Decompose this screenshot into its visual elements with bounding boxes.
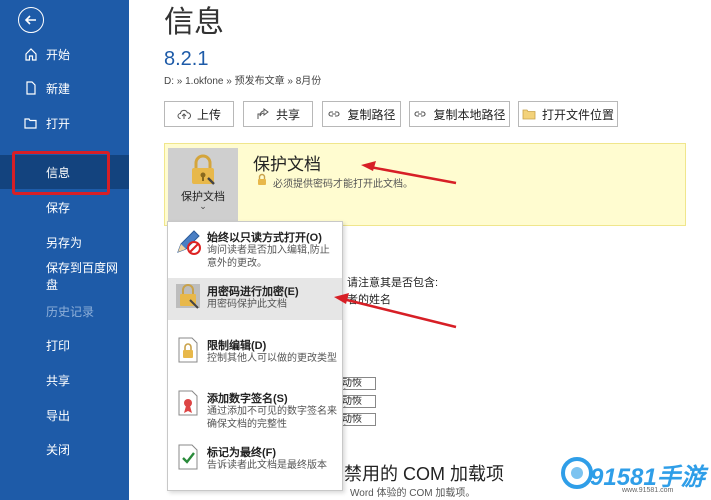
share-button[interactable]: 共享	[243, 101, 313, 127]
sidebar-item-export[interactable]: 导出	[0, 398, 129, 432]
author-name-note: 者的姓名	[347, 294, 391, 306]
sidebar-item-label: 保存到百度网盘	[46, 261, 119, 292]
upload-button[interactable]: 上传	[164, 101, 234, 127]
menu-item-restrict-editing[interactable]: 限制编辑(D) 控制其他人可以做的更改类型	[168, 332, 342, 382]
sidebar-item-share[interactable]: 共享	[0, 363, 129, 397]
back-button[interactable]	[18, 7, 44, 33]
sidebar-item-label: 导出	[46, 408, 71, 423]
breadcrumb[interactable]: D: » 1.okfone » 预发布文章 » 8月份	[164, 72, 321, 87]
menu-item-description: 用密码保护此文档	[207, 299, 287, 310]
menu-item-encrypt-with-password[interactable]: 用密码进行加密(E) 用密码保护此文档	[168, 278, 342, 320]
digital-signature-icon	[178, 390, 198, 416]
copy-local-path-button[interactable]: 复制本地路径	[409, 101, 510, 127]
protect-document-button[interactable]: 保护文档 ⌄	[168, 148, 238, 225]
home-icon	[25, 48, 37, 61]
sidebar-item-home[interactable]: 开始	[0, 37, 129, 71]
page-title: 信息	[164, 6, 224, 39]
sidebar-item-label: 历史记录	[46, 304, 95, 319]
menu-item-add-digital-signature[interactable]: 添加数字签名(S) 通过添加不可见的数字签名来确保文档的完整性	[168, 385, 342, 435]
sidebar-item-label: 共享	[46, 373, 71, 388]
menu-item-title: 始终以只读方式打开(O)	[207, 232, 322, 244]
share-icon	[257, 108, 269, 119]
upload-cloud-icon	[177, 109, 191, 119]
link-icon	[328, 111, 341, 117]
back-arrow-icon	[24, 15, 36, 25]
document-name: 8.2.1	[164, 48, 209, 70]
sidebar-item-save[interactable]: 保存	[0, 190, 129, 224]
menu-item-mark-as-final[interactable]: 标记为最终(F) 告诉读者此文档是最终版本	[168, 439, 342, 489]
menu-item-description: 告诉读者此文档是最终版本	[207, 460, 327, 471]
sidebar-item-label: 另存为	[46, 235, 83, 250]
sidebar-item-label: 开始	[46, 47, 71, 62]
small-lock-icon	[258, 173, 266, 185]
menu-item-description: 通过添加不可见的数字签名来确保文档的完整性	[207, 406, 337, 430]
sidebar-item-label: 打印	[46, 338, 71, 353]
lock-key-icon	[192, 154, 215, 185]
watermark-url: www.91581.com	[622, 487, 674, 494]
sidebar-item-new[interactable]: 新建	[0, 71, 129, 105]
sidebar-item-label: 保存	[46, 200, 71, 215]
sidebar-item-label: 新建	[46, 81, 71, 96]
open-file-location-button[interactable]: 打开文件位置	[518, 101, 618, 127]
protect-document-panel	[164, 143, 686, 226]
pencil-readonly-icon	[177, 230, 201, 255]
sidebar-item-save-as[interactable]: 另存为	[0, 225, 129, 259]
sidebar-item-label: 关闭	[46, 442, 71, 457]
menu-item-description: 控制其他人可以做的更改类型	[207, 353, 337, 364]
menu-item-title: 添加数字签名(S)	[207, 393, 288, 405]
sidebar-item-print[interactable]: 打印	[0, 328, 129, 362]
menu-item-title: 限制编辑(D)	[207, 340, 267, 352]
key-lock-icon	[176, 284, 200, 309]
menu-item-title: 标记为最终(F)	[207, 447, 277, 459]
folder-icon	[522, 109, 536, 120]
highlight-box	[12, 151, 110, 195]
new-file-icon	[26, 81, 36, 95]
menu-item-description: 询问读者是否加入编辑,防止意外的更改。	[207, 245, 330, 269]
folder-open-icon	[24, 118, 37, 129]
recover-button[interactable]: 动恢复)	[338, 377, 376, 390]
recover-button[interactable]: 动恢复)	[338, 413, 376, 426]
copy-path-button[interactable]: 复制路径	[322, 101, 401, 127]
protect-description: 必须提供密码才能打开此文档。	[273, 179, 413, 190]
restrict-editing-icon	[178, 337, 198, 363]
sidebar-item-save-baidu[interactable]: 保存到百度网盘	[0, 259, 129, 293]
sidebar-item-close[interactable]: 关闭	[0, 432, 129, 466]
com-addins-title: 禁用的 COM 加载项	[344, 464, 504, 484]
com-addins-description: Word 体验的 COM 加载项。	[350, 488, 476, 499]
sidebar-item-open[interactable]: 打开	[0, 106, 129, 140]
menu-item-always-read-only[interactable]: 始终以只读方式打开(O) 询问读者是否加入编辑,防止意外的更改。	[168, 224, 342, 276]
protect-title: 保护文档	[253, 155, 321, 174]
sidebar-item-label: 打开	[46, 116, 71, 131]
mark-final-icon	[178, 444, 198, 470]
link-icon	[414, 111, 427, 117]
menu-item-title: 用密码进行加密(E)	[207, 286, 299, 298]
chevron-down-icon: ⌄	[199, 201, 207, 211]
recover-button[interactable]: 动恢复)	[338, 395, 376, 408]
sidebar-item-history: 历史记录	[0, 294, 129, 328]
sidebar: 开始 新建 打开 信息 保存 另存为 保存到百度网盘 历史记录 打印 共享 导出…	[0, 0, 129, 500]
protect-document-menu: 始终以只读方式打开(O) 询问读者是否加入编辑,防止意外的更改。 用密码进行加密…	[167, 221, 343, 491]
inspect-note: 请注意其是否包含:	[347, 277, 439, 289]
